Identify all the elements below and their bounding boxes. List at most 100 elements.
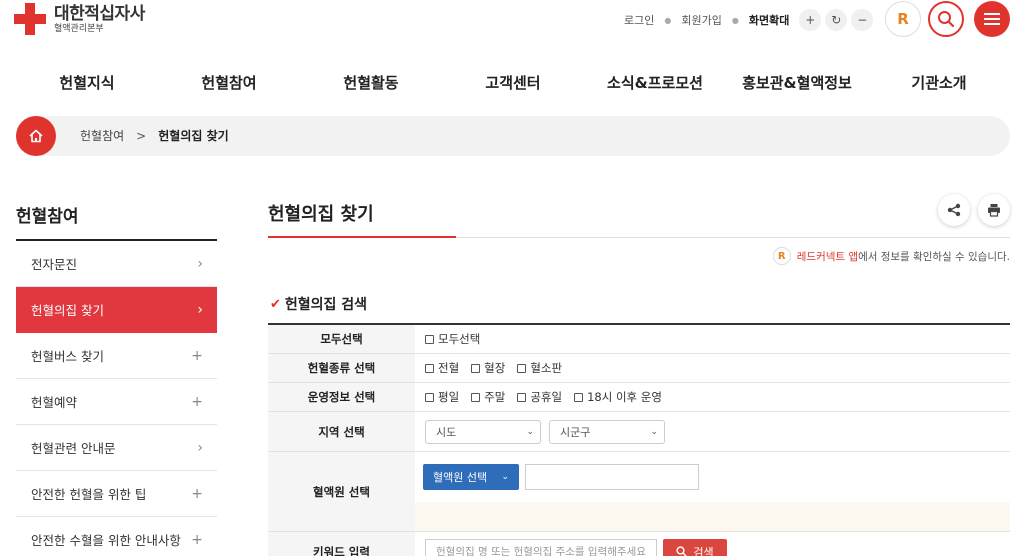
plus-icon: +	[191, 531, 203, 548]
search-button[interactable]	[928, 1, 964, 37]
keyword-input[interactable]: 헌혈의집 명 또는 헌혈의집 주소를 입력해주세요	[425, 538, 657, 556]
hamburger-icon	[984, 13, 1000, 25]
nav-item[interactable]: 고객센터	[485, 72, 540, 93]
print-button[interactable]	[978, 194, 1010, 226]
checkbox-weekday[interactable]: 평일	[425, 389, 459, 405]
separator-dot: ●	[731, 15, 739, 25]
sidebar-title: 헌혈참여	[16, 207, 79, 227]
nav-item[interactable]: 소식&프로모션	[607, 72, 703, 93]
zoom-out-button[interactable]: −	[851, 9, 874, 31]
logo-subtitle: 혈액관리본부	[54, 23, 104, 34]
checkbox-box[interactable]	[517, 392, 527, 402]
form-row-region: 지역 선택 시도 ⌄ 시군구 ⌄	[268, 412, 1010, 452]
zoom-label: 화면확대	[748, 14, 790, 27]
blood-center-dropdown-area	[415, 502, 1010, 531]
form-row-ops: 운영정보 선택 평일 주말 공휴일 18시 이후 운영	[268, 383, 1010, 412]
red-connect-app-button[interactable]: R	[885, 1, 921, 37]
form-row-keyword: 키워드 입력 헌혈의집 명 또는 헌혈의집 주소를 입력해주세요 검색	[268, 532, 1010, 556]
sido-select[interactable]: 시도 ⌄	[425, 419, 541, 444]
sidebar-item-notices[interactable]: 헌혈관련 안내문 ›	[16, 425, 217, 471]
nav-item[interactable]: 홍보관&혈액정보	[742, 72, 852, 93]
chevron-right-icon: ›	[197, 255, 203, 272]
sidebar-item-reservation[interactable]: 헌혈예약 +	[16, 379, 217, 425]
checkbox-box[interactable]	[574, 392, 584, 402]
search-icon	[938, 11, 955, 28]
sidebar-item-e-questionnaire[interactable]: 전자문진 ›	[16, 241, 217, 287]
checkbox-box[interactable]	[517, 363, 527, 373]
join-link[interactable]: 회원가입	[681, 12, 721, 28]
sidebar-item-label: 헌혈예약	[31, 395, 78, 410]
print-icon	[988, 204, 1000, 217]
app-link[interactable]: 레드커넥트 앱	[797, 249, 858, 264]
login-link[interactable]: 로그인	[624, 12, 654, 28]
form-row-all: 모두선택 모두선택	[268, 325, 1010, 354]
checkbox-box[interactable]	[425, 363, 434, 373]
checkbox-after-18[interactable]: 18시 이후 운영	[574, 389, 662, 405]
blood-center-input[interactable]	[525, 464, 699, 490]
sidebar-item-label: 헌혈버스 찾기	[31, 349, 104, 364]
checkbox-box[interactable]	[471, 363, 481, 373]
checkbox-box[interactable]	[425, 334, 434, 344]
checkbox-weekend[interactable]: 주말	[471, 389, 505, 405]
app-notice: R 레드커넥트 앱 에서 정보를 확인하실 수 있습니다.	[772, 247, 1010, 265]
nav-item[interactable]: 헌혈활동	[343, 72, 398, 93]
separator-dot: ●	[664, 15, 672, 25]
section-title: ✔ 헌혈의집 검색	[270, 294, 367, 314]
checkbox-whole-blood[interactable]: 전혈	[425, 360, 459, 376]
plus-icon: +	[191, 485, 203, 502]
share-button[interactable]	[938, 194, 970, 226]
chevron-right-icon: >	[136, 128, 147, 143]
nav-item[interactable]: 헌혈지식	[59, 72, 114, 93]
site-logo[interactable]: 대한적십자사 혈액관리본부	[14, 3, 145, 35]
nav-item[interactable]: 기관소개	[911, 72, 966, 93]
form-label: 모두선택	[268, 325, 415, 353]
sidebar-item-safe-donation-tips[interactable]: 안전한 헌혈을 위한 팁 +	[16, 471, 217, 517]
form-row-center: 혈액원 선택 혈액원 선택 ⌄	[268, 452, 1010, 532]
red-connect-icon: R	[897, 10, 909, 28]
section-title-text: 헌혈의집 검색	[284, 297, 368, 313]
keyword-search-button[interactable]: 검색	[663, 538, 727, 556]
menu-button[interactable]	[974, 1, 1010, 37]
chevron-down-icon: ⌄	[526, 426, 534, 437]
page-title: 헌혈의집 찾기	[268, 204, 374, 225]
red-connect-icon: R	[772, 247, 791, 265]
form-label: 지역 선택	[268, 412, 415, 451]
checkbox-plasma[interactable]: 혈장	[471, 360, 505, 376]
sidebar-item-label: 전자문진	[31, 257, 78, 272]
app-notice-text: 에서 정보를 확인하실 수 있습니다.	[858, 250, 1010, 263]
search-form: 모두선택 모두선택 헌혈종류 선택 전혈 혈장 혈소판 운영정보 선택 평일 주…	[268, 323, 1010, 556]
check-icon: ✔	[270, 296, 281, 312]
form-label: 키워드 입력	[268, 532, 415, 556]
red-cross-icon	[14, 3, 46, 35]
home-icon	[29, 129, 43, 143]
chevron-right-icon: ›	[197, 439, 203, 456]
home-button[interactable]	[16, 116, 56, 156]
sidebar-item-label: 헌혈관련 안내문	[31, 441, 116, 456]
checkbox-platelet[interactable]: 혈소판	[517, 360, 562, 376]
checkbox-box[interactable]	[425, 392, 434, 402]
checkbox-select-all[interactable]: 모두선택	[425, 331, 480, 347]
breadcrumb: 헌혈참여 > 헌혈의집 찾기	[80, 127, 229, 144]
form-label: 헌혈종류 선택	[268, 354, 415, 382]
breadcrumb-current: 헌혈의집 찾기	[158, 129, 229, 143]
zoom-reset-button[interactable]: ↻	[825, 9, 848, 31]
chevron-down-icon: ⌄	[650, 426, 658, 437]
form-row-type: 헌혈종류 선택 전혈 혈장 혈소판	[268, 354, 1010, 383]
title-accent-line	[268, 236, 456, 238]
sidebar-item-safe-transfusion[interactable]: 안전한 수혈을 위한 안내사항 +	[16, 517, 217, 556]
checkbox-holiday[interactable]: 공휴일	[517, 389, 562, 405]
breadcrumb-parent[interactable]: 헌혈참여	[80, 127, 124, 144]
share-icon	[947, 203, 961, 217]
sigungu-select[interactable]: 시군구 ⌄	[549, 419, 665, 444]
blood-center-select[interactable]: 혈액원 선택 ⌄	[423, 464, 519, 490]
sidebar-item-find-center[interactable]: 헌혈의집 찾기 ›	[16, 287, 217, 333]
sidebar-item-find-bus[interactable]: 헌혈버스 찾기 +	[16, 333, 217, 379]
form-label: 혈액원 선택	[268, 452, 415, 531]
checkbox-box[interactable]	[471, 392, 481, 402]
search-icon	[676, 546, 687, 556]
sidebar-item-label: 안전한 수혈을 위한 안내사항	[31, 533, 181, 548]
zoom-in-button[interactable]: +	[799, 9, 822, 31]
nav-item[interactable]: 헌혈참여	[201, 72, 256, 93]
plus-icon: +	[191, 393, 203, 410]
plus-icon: +	[191, 347, 203, 364]
